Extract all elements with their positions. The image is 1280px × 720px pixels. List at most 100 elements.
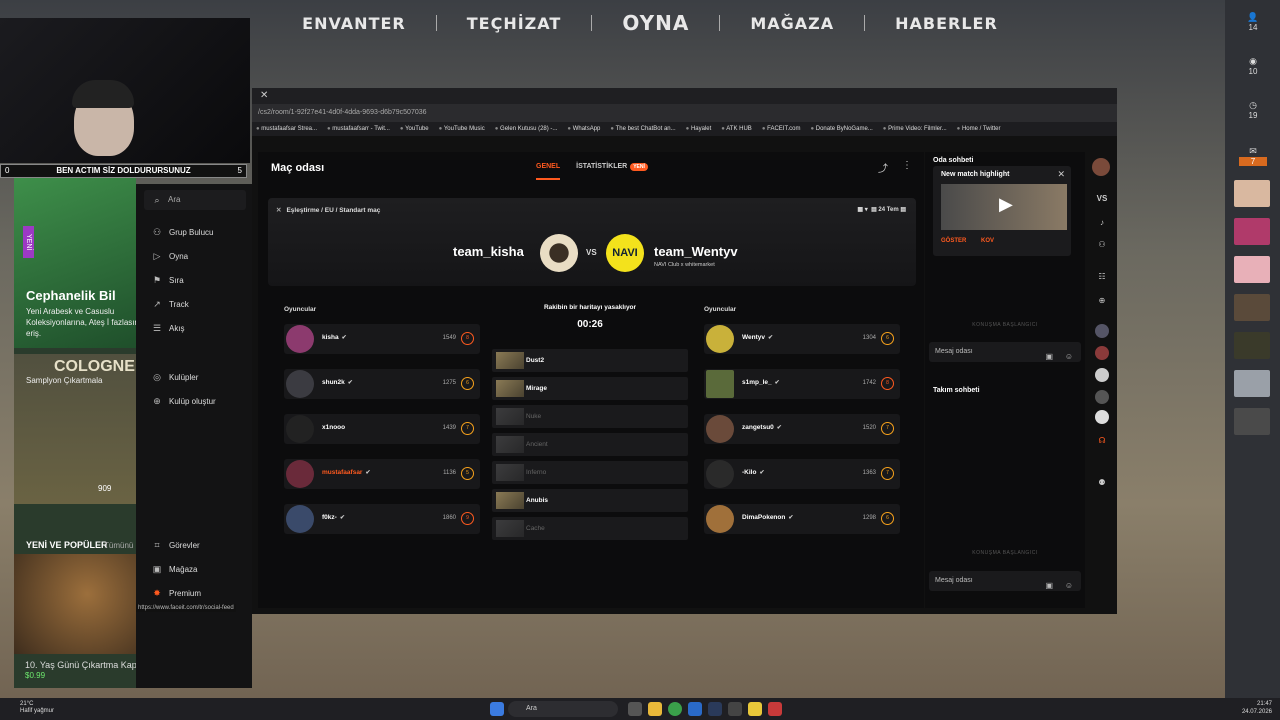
gif-icon[interactable]: ▣ <box>1045 576 1053 596</box>
user-avatar[interactable] <box>1092 158 1110 176</box>
steam-icon[interactable] <box>708 702 722 716</box>
more-menu-icon[interactable]: ⋮ <box>902 160 912 171</box>
obs-icon[interactable] <box>728 702 742 716</box>
tab-statistics[interactable]: İSTATİSTİKLER YENİ <box>576 163 648 180</box>
dismiss-button[interactable]: KOV <box>981 238 994 244</box>
nav-inventory[interactable]: ENVANTER <box>302 14 406 33</box>
close-icon[interactable]: ✕ <box>1057 169 1065 180</box>
sidebar-item-play[interactable]: ▷ Oyna <box>152 251 189 261</box>
promo-cologne[interactable]: COLOGNE Samplyon Çıkartmala 909 <box>14 354 136 504</box>
player-row[interactable]: s1mp_le_ ✔ 1742 8 <box>704 369 900 399</box>
map-option[interactable]: Mirage <box>492 377 688 400</box>
friend-avatar[interactable] <box>1095 390 1109 404</box>
system-clock[interactable]: 21:47 24.07.2026 <box>1242 700 1272 716</box>
headset-icon[interactable]: ☊ <box>1095 436 1109 445</box>
player-row[interactable]: f0kz- ✔ 1860 9 <box>284 504 480 534</box>
bookmark[interactable]: FACEIT.com <box>762 126 800 132</box>
thumbnail[interactable] <box>1234 256 1270 283</box>
bookmark[interactable]: Gelen Kutusu (28) -... <box>495 126 557 132</box>
friend-avatar[interactable] <box>1095 410 1109 424</box>
bookmark[interactable]: mustafaafsarr - Twit... <box>327 126 390 132</box>
map-option[interactable]: Dust2 <box>492 349 688 372</box>
bookmark[interactable]: YouTube <box>400 126 429 132</box>
chrome-icon[interactable] <box>668 702 682 716</box>
friend-avatar[interactable] <box>1095 368 1109 382</box>
nav-equipment[interactable]: TEÇHİZAT <box>467 14 562 33</box>
team1-name[interactable]: team_kisha <box>453 244 524 259</box>
team2-logo[interactable]: NAVI <box>606 234 644 272</box>
player-row[interactable]: shun2k ✔ 1275 6 <box>284 369 480 399</box>
room-message-input[interactable]: Mesaj odası ▣ ☺ <box>929 342 1081 362</box>
gif-icon[interactable]: ▣ <box>1045 347 1053 367</box>
profile-icon[interactable]: ⚉ <box>1095 478 1109 487</box>
nav-play[interactable]: OYNA <box>622 11 689 35</box>
windows-start-icon[interactable] <box>490 702 504 716</box>
bookmark[interactable]: Donate ByNoGame... <box>810 126 873 132</box>
share-icon[interactable]: ⤴ <box>878 160 888 175</box>
thumbnail[interactable] <box>1234 408 1270 435</box>
bookmark[interactable]: Hayalet <box>686 126 711 132</box>
taskbar-search[interactable]: Ara <box>508 701 618 717</box>
friend-avatar[interactable] <box>1095 324 1109 338</box>
show-button[interactable]: GÖSTER <box>941 238 966 244</box>
sidebar-search[interactable]: ⌕ Ara <box>144 190 246 210</box>
bookmark[interactable]: WhatsApp <box>567 126 601 132</box>
address-bar[interactable]: /cs2/room/1-92f27e41-4d0f-4dda-9693-d6b7… <box>252 104 1117 122</box>
team-message-input[interactable]: Mesaj odası ▣ ☺ <box>929 571 1081 591</box>
friend-avatar[interactable] <box>1095 346 1109 360</box>
product-title[interactable]: 10. Yaş Günü Çıkartma Kapsülü <box>25 660 153 670</box>
bookmark[interactable]: ATK HUB <box>721 126 752 132</box>
sidebar-item-premium[interactable]: ✸ Premium <box>152 588 201 598</box>
sidebar-item-shop[interactable]: ▣ Mağaza <box>152 564 198 574</box>
player-row[interactable]: DimaPokenon ✔ 1298 6 <box>704 504 900 534</box>
nav-store[interactable]: MAĞAZA <box>750 14 834 33</box>
sidebar-item-create-club[interactable]: ⊕ Kulüp oluştur <box>152 396 215 406</box>
promo-armory[interactable]: YENİ Cephanelik Bil Yeni Arabesk ve Casu… <box>14 178 143 348</box>
player-row[interactable]: x1nooo 1439 7 <box>284 414 480 444</box>
sidebar-item-track[interactable]: ↗ Track <box>152 299 188 309</box>
player-row-me[interactable]: mustafaafsar ✔ 1136 5 <box>284 459 480 489</box>
edge-icon[interactable] <box>688 702 702 716</box>
section-all-tab[interactable]: Tümünü <box>104 541 133 550</box>
weather-widget[interactable]: 21°C Hafif yağmur <box>20 701 54 715</box>
map-option[interactable]: Anubis <box>492 489 688 512</box>
player-row[interactable]: Wentyv ✔ 1304 6 <box>704 324 900 354</box>
player-row[interactable]: kisha ✔ 1549 8 <box>284 324 480 354</box>
team1-avatar[interactable] <box>540 234 578 272</box>
close-icon[interactable]: ✕ <box>276 207 281 214</box>
thumbnail[interactable] <box>1234 370 1270 397</box>
friends-icon[interactable]: ⚇ <box>1095 240 1109 249</box>
app-icon[interactable] <box>748 702 762 716</box>
highlight-video[interactable]: ▶ <box>941 184 1067 230</box>
bookmark[interactable]: Prime Video: Filmler... <box>883 126 947 132</box>
bookmark[interactable]: YouTube Music <box>439 126 485 132</box>
emoji-icon[interactable]: ☺ <box>1065 576 1073 596</box>
app-icon[interactable] <box>768 702 782 716</box>
add-icon[interactable]: ⊕ <box>1095 296 1109 305</box>
team2-name[interactable]: team_Wentyv <box>654 244 738 259</box>
thumbnail[interactable] <box>1234 294 1270 321</box>
thumbnail[interactable] <box>1234 332 1270 359</box>
thumbnail[interactable] <box>1234 218 1270 245</box>
player-row[interactable]: -Kilo ✔ 1363 7 <box>704 459 900 489</box>
task-view-icon[interactable] <box>628 702 642 716</box>
sidebar-item-ranking[interactable]: ⚑ Sıra <box>152 275 184 285</box>
emoji-icon[interactable]: ☺ <box>1065 347 1073 367</box>
player-row[interactable]: zangetsu0 ✔ 1520 7 <box>704 414 900 444</box>
party-icon[interactable]: ☷ <box>1095 272 1109 281</box>
bookmark[interactable]: mustafaafsar Strea... <box>256 126 317 132</box>
sidebar-item-clubs[interactable]: ◎ Kulüpler <box>152 372 198 382</box>
nav-news[interactable]: HABERLER <box>895 14 998 33</box>
tab-general[interactable]: GENEL <box>536 163 561 180</box>
close-tab-icon[interactable]: ✕ <box>260 90 268 101</box>
sidebar-item-party-finder[interactable]: ⚇ Grup Bulucu <box>152 227 214 237</box>
thumbnail[interactable] <box>1234 180 1270 207</box>
bookmark[interactable]: Home / Twitter <box>957 126 1001 132</box>
product-image[interactable] <box>14 554 136 654</box>
breadcrumb-text[interactable]: Eşleştirme / EU / Standart maç <box>286 207 380 214</box>
sidebar-item-feed[interactable]: ☰ Akış <box>152 323 185 333</box>
bookmark[interactable]: The best ChatBot an... <box>610 126 676 132</box>
sidebar-item-missions[interactable]: ⌗ Görevler <box>152 540 199 550</box>
bell-icon[interactable]: ♪ <box>1095 218 1109 227</box>
file-explorer-icon[interactable] <box>648 702 662 716</box>
